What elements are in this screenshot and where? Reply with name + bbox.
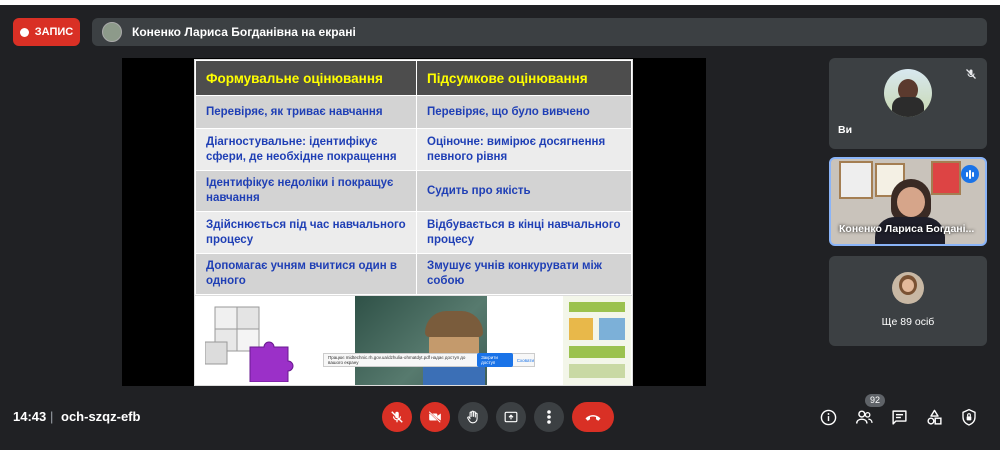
- leave-call-button[interactable]: [572, 402, 614, 432]
- presenter-banner-text: Коненко Лариса Богданівна на екрані: [132, 25, 356, 39]
- more-options-icon: [547, 410, 551, 424]
- table-row: Перевіряє, як триває навчання Перевіряє,…: [195, 95, 632, 129]
- end-call-icon: [585, 415, 601, 421]
- table-cell: Судить про якість: [416, 170, 632, 212]
- table-cell: Допомагає учням вчитися один в одного: [195, 253, 417, 295]
- meeting-details-button[interactable]: [818, 407, 838, 427]
- table-cell: Ідентифікує недоліки і покращує навчання: [195, 170, 417, 212]
- table-cell: Оціночне: вимірює досягнення певного рів…: [416, 128, 632, 171]
- divider: |: [50, 409, 54, 424]
- activities-button[interactable]: [924, 407, 944, 427]
- hide-notice-link[interactable]: Сховати: [517, 358, 534, 363]
- table-cell: Здійснюється під час навчального процесу: [195, 211, 417, 254]
- host-controls-icon: [962, 408, 976, 426]
- table-cell: Діагностувальне: ідентифікує сфери, де н…: [195, 128, 417, 171]
- mic-off-icon: [965, 67, 977, 85]
- show-everyone-button[interactable]: [854, 407, 874, 427]
- screen-share-notice: Працює midtechnic.rh.gov.ua/dzhulia-ohma…: [323, 353, 535, 367]
- more-options-button[interactable]: [534, 402, 564, 432]
- record-dot-icon: [19, 27, 29, 37]
- participant-avatar: [892, 272, 924, 304]
- table-row: Здійснюється під час навчального процесу…: [195, 211, 632, 254]
- slide-image-strip: Працює midtechnic.rh.gov.ua/dzhulia-ohma…: [195, 296, 632, 385]
- self-avatar: [884, 69, 932, 117]
- table-cell: Відбувається в кінці навчального процесу: [416, 211, 632, 254]
- bottom-control-bar: 14:43 | och-szqz-efb 92: [0, 394, 1000, 440]
- meeting-code: och-szqz-efb: [61, 409, 141, 424]
- mic-off-icon: [391, 411, 403, 423]
- share-notice-text: Працює midtechnic.rh.gov.ua/dzhulia-ohma…: [328, 355, 466, 365]
- toggle-camera-button[interactable]: [420, 402, 450, 432]
- shared-slide: Формувальне оцінювання Підсумкове оцінюв…: [194, 59, 633, 386]
- host-controls-button[interactable]: [959, 407, 979, 427]
- top-border: [0, 0, 1000, 5]
- people-icon: [856, 410, 873, 424]
- present-now-button[interactable]: [496, 402, 526, 432]
- recording-indicator[interactable]: ЗАПИС: [13, 18, 80, 46]
- toggle-microphone-button[interactable]: [382, 402, 412, 432]
- presenter-avatar: [102, 22, 122, 42]
- table-row: Ідентифікує недоліки і покращує навчання…: [195, 170, 632, 212]
- more-participants-label: Ще 89 осіб: [881, 316, 935, 328]
- infographic-poster: [563, 296, 631, 385]
- participant-name-self: Ви: [838, 124, 853, 136]
- raise-hand-icon: [467, 410, 478, 424]
- more-participants-tile[interactable]: Ще 89 осіб: [829, 256, 987, 346]
- clock: 14:43: [13, 409, 47, 424]
- chat-icon: [891, 409, 907, 425]
- raise-hand-button[interactable]: [458, 402, 488, 432]
- participant-count-badge: 92: [865, 394, 885, 407]
- table-cell: Перевіряє, що було вивчено: [416, 95, 632, 129]
- presenter-banner: Коненко Лариса Богданівна на екрані: [92, 18, 987, 46]
- camera-off-icon: [428, 411, 441, 423]
- chat-button[interactable]: [889, 407, 909, 427]
- table-cell: Змушує учнів конкурувати між собою: [416, 253, 632, 295]
- table-cell: Перевіряє, як триває навчання: [195, 95, 417, 129]
- participant-name-presenter: Коненко Лариса Богдані...: [839, 223, 975, 235]
- table-header-summative: Підсумкове оцінювання: [416, 60, 632, 96]
- puzzle-illustration: [205, 306, 294, 382]
- speaking-indicator-icon: [961, 165, 979, 183]
- table-row: Діагностувальне: ідентифікує сфери, де н…: [195, 128, 632, 171]
- present-screen-icon: [504, 411, 518, 423]
- table-header-formative: Формувальне оцінювання: [195, 60, 417, 96]
- info-icon: [820, 409, 836, 425]
- recording-label: ЗАПИС: [34, 26, 74, 38]
- table-row: Допомагає учням вчитися один в одного Зм…: [195, 253, 632, 295]
- child-at-chalkboard-photo: [355, 296, 487, 385]
- stop-sharing-button[interactable]: Закрити доступ: [477, 353, 513, 367]
- comparison-table: Формувальне оцінювання Підсумкове оцінюв…: [195, 60, 632, 295]
- participant-tile-presenter[interactable]: Коненко Лариса Богдані...: [829, 157, 987, 246]
- participant-tile-self[interactable]: Ви: [829, 58, 987, 149]
- activities-icon: [926, 409, 942, 425]
